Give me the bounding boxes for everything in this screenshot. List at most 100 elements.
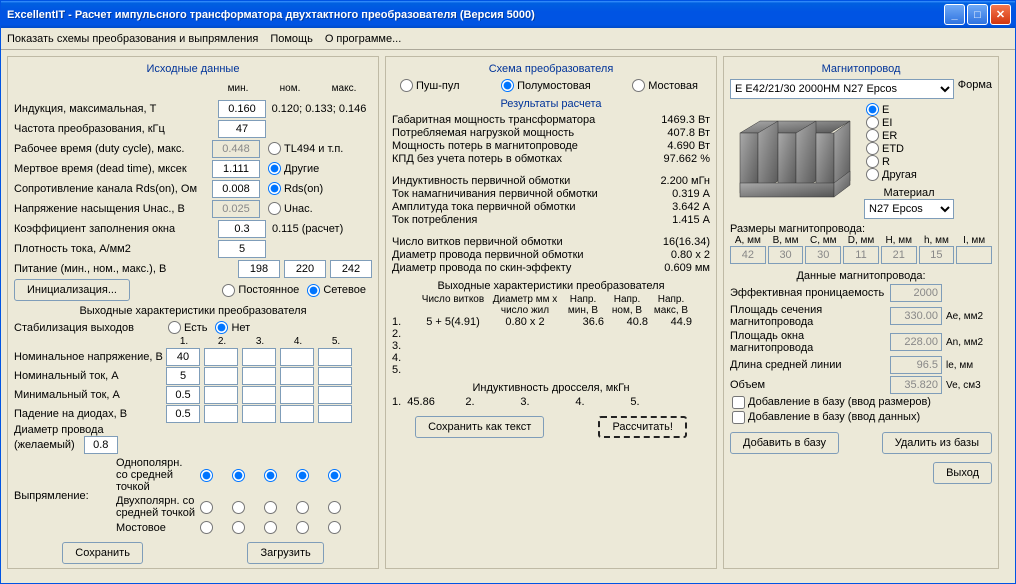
radio-pushpull[interactable]: Пуш-пул xyxy=(398,79,460,92)
head-nom: ном. xyxy=(280,83,301,94)
r1c1[interactable] xyxy=(198,469,222,482)
shape-e[interactable]: E xyxy=(864,103,948,116)
shape-etd[interactable]: ETD xyxy=(864,142,948,155)
in-d4[interactable] xyxy=(280,405,314,423)
in-i2[interactable] xyxy=(204,367,238,385)
radio-halfbridge[interactable]: Полумостовая xyxy=(499,79,591,92)
in-v5[interactable] xyxy=(318,348,352,366)
input-wire[interactable] xyxy=(84,436,118,454)
r3c4[interactable] xyxy=(294,521,318,534)
r1c3[interactable] xyxy=(262,469,286,482)
sh-turns: Число витков xyxy=(418,294,488,316)
radio-stab-yes[interactable]: Есть xyxy=(166,321,207,334)
lbl-diode-drop: Падение на диодах, В xyxy=(14,408,164,420)
in-d5[interactable] xyxy=(318,405,352,423)
save-text-button[interactable]: Сохранить как текст xyxy=(415,416,544,438)
sh-vmin: Напр. мин, В xyxy=(562,294,604,316)
r1c2[interactable] xyxy=(230,469,254,482)
input-vnom[interactable] xyxy=(284,260,326,278)
in-i5[interactable] xyxy=(318,367,352,385)
radio-ac[interactable]: Сетевое xyxy=(305,284,366,297)
load-button[interactable]: Загрузить xyxy=(247,542,323,564)
input-dead[interactable] xyxy=(212,160,260,178)
close-button[interactable]: ✕ xyxy=(990,4,1011,25)
menu-schemes[interactable]: Показать схемы преобразования и выпрямле… xyxy=(7,33,258,45)
input-vmin[interactable] xyxy=(238,260,280,278)
chk-add-size[interactable]: Добавление в базу (ввод размеров) xyxy=(730,396,931,408)
dim-H xyxy=(881,246,917,264)
input-fill[interactable] xyxy=(218,220,266,238)
shape-er[interactable]: ER xyxy=(864,129,948,142)
init-button[interactable]: Инициализация... xyxy=(14,279,130,301)
radio-stab-no[interactable]: Нет xyxy=(213,321,250,334)
lbl-usat: Напряжение насыщения Uнас., В xyxy=(14,203,212,215)
rv-icons: 1.415 А xyxy=(640,214,710,226)
in-im2[interactable] xyxy=(204,386,238,404)
menu-help[interactable]: Помощь xyxy=(270,33,313,45)
input-vmax[interactable] xyxy=(330,260,372,278)
rl-loss: Мощность потерь в магнитопроводе xyxy=(392,140,640,152)
minimize-button[interactable]: _ xyxy=(944,4,965,25)
r1c4[interactable] xyxy=(294,469,318,482)
input-induction[interactable] xyxy=(218,100,266,118)
srow4: 4. xyxy=(392,352,416,364)
radio-dc[interactable]: Постоянное xyxy=(220,284,299,297)
exit-button[interactable]: Выход xyxy=(933,462,992,484)
in-i1[interactable] xyxy=(166,367,200,385)
lbl-rds: Сопротивление канала Rds(on), Ом xyxy=(14,183,212,195)
srow1-d: 40.8 xyxy=(606,316,648,328)
delete-from-db-button[interactable]: Удалить из базы xyxy=(882,432,992,454)
r3c2[interactable] xyxy=(230,521,254,534)
lbl-duty: Рабочее время (duty cycle), макс. xyxy=(14,143,212,155)
in-v1[interactable] xyxy=(166,348,200,366)
r2c2[interactable] xyxy=(230,501,254,514)
input-rds[interactable] xyxy=(212,180,260,198)
maximize-button[interactable]: □ xyxy=(967,4,988,25)
save-button[interactable]: Сохранить xyxy=(62,542,143,564)
dh-b: B, мм xyxy=(768,235,804,246)
add-to-db-button[interactable]: Добавить в базу xyxy=(730,432,839,454)
rl-icons: Ток потребления xyxy=(392,214,640,226)
lbl-stabilization: Стабилизация выходов xyxy=(14,322,164,334)
r2c1[interactable] xyxy=(198,501,222,514)
core-select[interactable]: E E42/21/30 2000HM N27 Epcos xyxy=(730,79,954,99)
in-v2[interactable] xyxy=(204,348,238,366)
in-im4[interactable] xyxy=(280,386,314,404)
in-i3[interactable] xyxy=(242,367,276,385)
r3c1[interactable] xyxy=(198,521,222,534)
menu-about[interactable]: О программе... xyxy=(325,33,401,45)
r2c3[interactable] xyxy=(262,501,286,514)
shape-ei[interactable]: EI xyxy=(864,116,948,129)
calculate-button[interactable]: Рассчитать! xyxy=(598,416,686,438)
radio-fullbridge[interactable]: Мостовая xyxy=(630,79,698,92)
radio-usat[interactable]: Uнас. xyxy=(266,202,366,215)
radio-other[interactable]: Другие xyxy=(266,162,366,175)
r2c5[interactable] xyxy=(326,501,350,514)
r3c3[interactable] xyxy=(262,521,286,534)
in-v3[interactable] xyxy=(242,348,276,366)
lbl-rect3: Мостовое xyxy=(116,522,196,534)
radio-rdson[interactable]: Rds(on) xyxy=(266,182,366,195)
in-d1[interactable] xyxy=(166,405,200,423)
dh-i: I, мм xyxy=(956,235,992,246)
in-d3[interactable] xyxy=(242,405,276,423)
radio-tl494[interactable]: TL494 и т.п. xyxy=(266,142,366,155)
in-im1[interactable] xyxy=(166,386,200,404)
r1c5[interactable] xyxy=(326,469,350,482)
induction-range: 0.120; 0.133; 0.146 xyxy=(266,103,372,115)
in-im5[interactable] xyxy=(318,386,352,404)
chk-add-data[interactable]: Добавление в базу (ввод данных) xyxy=(730,411,920,423)
r3c5[interactable] xyxy=(326,521,350,534)
material-select[interactable]: N27 Epcos xyxy=(864,199,954,219)
shape-other[interactable]: Другая xyxy=(864,168,948,181)
shape-r[interactable]: R xyxy=(864,155,948,168)
input-freq[interactable] xyxy=(218,120,266,138)
scheme-title: Схема преобразователя xyxy=(392,63,710,75)
in-v4[interactable] xyxy=(280,348,314,366)
rv-iamp: 3.642 А xyxy=(640,201,710,213)
in-im3[interactable] xyxy=(242,386,276,404)
in-d2[interactable] xyxy=(204,405,238,423)
input-density[interactable] xyxy=(218,240,266,258)
in-i4[interactable] xyxy=(280,367,314,385)
r2c4[interactable] xyxy=(294,501,318,514)
